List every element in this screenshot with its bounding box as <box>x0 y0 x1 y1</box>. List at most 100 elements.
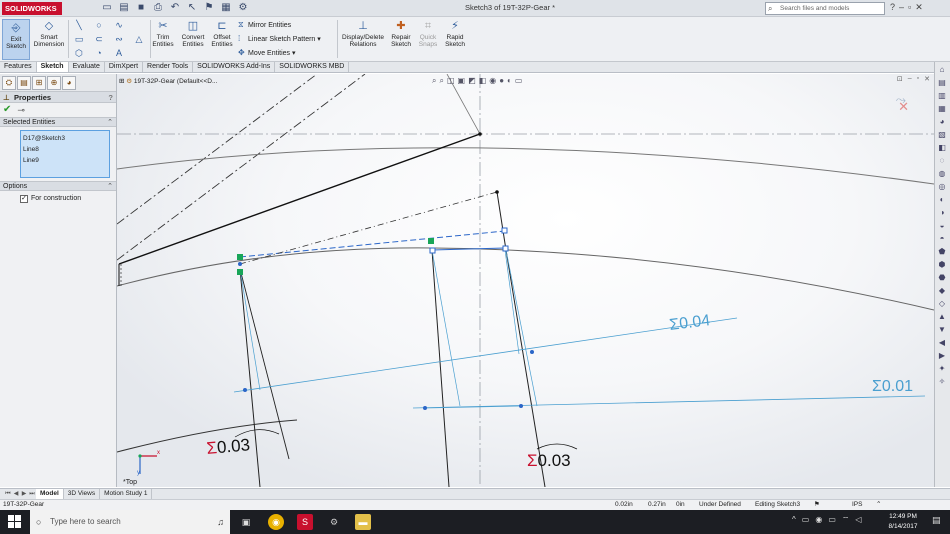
viewport-close-icon[interactable]: ✕ <box>924 75 930 83</box>
options-header[interactable]: Options ⌃ <box>0 181 116 191</box>
forum-icon[interactable]: ◧ <box>936 142 948 153</box>
repair-sketch-button[interactable]: ✚ Repair Sketch <box>389 19 413 48</box>
solidworks-resources-icon[interactable]: ⌂ <box>936 64 948 75</box>
display-style-icon[interactable]: ◧ <box>479 76 487 86</box>
view-orientation-icon[interactable]: ◩ <box>468 76 476 86</box>
tool-icon[interactable]: ▲ <box>936 311 948 322</box>
last-tab-icon[interactable]: ⏭ <box>28 489 36 499</box>
status-definition-state[interactable]: Under Defined <box>699 500 741 510</box>
curvature-icon[interactable]: ◌ <box>936 155 948 166</box>
zoom-to-fit-icon[interactable]: ⌕ <box>432 76 436 86</box>
tab-model[interactable]: Model <box>36 489 64 499</box>
dimension-d4[interactable]: Σ0.03 <box>527 451 571 470</box>
search-input[interactable]: ⌕ Search files and models <box>765 2 885 15</box>
for-construction-option[interactable]: ✓ For construction <box>0 191 116 207</box>
help-icon[interactable]: ? <box>108 92 113 103</box>
tool-icon[interactable]: ✦ <box>936 363 948 374</box>
tab-3d-views[interactable]: 3D Views <box>64 489 101 499</box>
custom-properties-icon[interactable]: ▧ <box>936 129 948 140</box>
confirmation-corner-cancel-icon[interactable]: ✕ <box>898 99 909 115</box>
display-delete-relations-button[interactable]: ⊥ Display/Delete Relations <box>340 19 386 48</box>
scene-icon[interactable]: ◐ <box>507 76 512 86</box>
new-document-icon[interactable]: ▭ <box>100 1 114 15</box>
edit-appearance-icon[interactable]: ● <box>499 76 504 86</box>
print-icon[interactable]: ⎙ <box>151 1 165 15</box>
prev-tab-icon[interactable]: ◀ <box>12 489 20 499</box>
section-view-icon[interactable]: ▣ <box>458 76 466 86</box>
fillet-tool-icon[interactable]: ◔ <box>90 47 108 59</box>
move-entities-button[interactable]: ✥ Move Entities ▾ <box>238 48 296 57</box>
customize-icon[interactable]: ⌃ <box>876 500 881 510</box>
list-item[interactable]: Line8 <box>23 144 107 155</box>
minimize-icon[interactable]: – <box>899 2 904 13</box>
selected-entities-header[interactable]: Selected Entities ⌃ <box>0 117 116 127</box>
selected-endpoint[interactable] <box>237 254 243 260</box>
tool-icon[interactable]: ◓ <box>936 233 948 244</box>
viewport-restore-icon[interactable]: ⊡ <box>897 75 903 83</box>
tool-icon[interactable]: ◒ <box>936 220 948 231</box>
dimension-d1[interactable]: Σ0.04 <box>668 312 711 334</box>
file-properties-icon[interactable]: ▦ <box>219 1 233 15</box>
status-units[interactable]: IPS <box>852 500 862 510</box>
tool-icon[interactable]: ◀ <box>936 337 948 348</box>
tool-icon[interactable]: ▶ <box>936 350 948 361</box>
undo-icon[interactable]: ↶ <box>168 1 182 15</box>
mirror-entities-button[interactable]: ⧖ Mirror Entities <box>238 20 291 30</box>
tool-icon[interactable]: ⬟ <box>936 246 948 257</box>
quick-snaps-button[interactable]: ⌗ Quick Snaps <box>416 19 440 48</box>
tool-icon[interactable]: ⬢ <box>936 259 948 270</box>
endpoint[interactable] <box>495 190 499 194</box>
text-tool-icon[interactable]: A <box>110 47 128 59</box>
taskbar-clock[interactable]: 12:49 PM 8/14/2017 <box>880 512 926 532</box>
endpoint[interactable] <box>238 262 242 266</box>
tool-icon[interactable]: ◇ <box>936 298 948 309</box>
tray-app-icon[interactable]: ▭ <box>802 515 810 525</box>
previous-view-icon[interactable]: ◫ <box>447 76 455 86</box>
rebuild-icon[interactable]: ⚑ <box>202 1 216 15</box>
list-item[interactable]: Line9 <box>23 155 107 166</box>
taskbar-search-input[interactable]: ○ Type here to search ♫ <box>30 510 230 534</box>
open-folder-icon[interactable]: ▤ <box>117 1 131 15</box>
file-explorer-icon[interactable]: ▥ <box>936 90 948 101</box>
circle-tool-icon[interactable]: ○ <box>90 19 108 31</box>
volume-icon[interactable]: ◁ <box>855 515 861 525</box>
endpoint[interactable] <box>429 247 436 254</box>
tray-expand-icon[interactable]: ^ <box>792 515 796 525</box>
trim-entities-button[interactable]: ✂ Trim Entities <box>150 19 176 48</box>
tool-icon[interactable]: ◐ <box>936 194 948 205</box>
tool-icon[interactable]: ⬣ <box>936 272 948 283</box>
rebuild-status-icon[interactable]: ⚑ <box>814 500 820 510</box>
exit-sketch-button[interactable]: ⎆ Exit Sketch <box>2 19 30 60</box>
tool-icon[interactable]: ◆ <box>936 285 948 296</box>
tab-features[interactable]: Features <box>0 62 37 72</box>
dimxpert-manager-icon[interactable]: ⊕ <box>47 76 61 90</box>
microphone-icon[interactable]: ♫ <box>217 510 224 534</box>
linear-pattern-button[interactable]: ⁞ Linear Sketch Pattern ▾ <box>238 34 321 43</box>
view-palette-icon[interactable]: ▦ <box>936 103 948 114</box>
plane-tool-icon[interactable]: △ <box>130 33 148 45</box>
network-icon[interactable]: ⌔ <box>842 515 850 525</box>
smart-dimension-button[interactable]: ◇ Smart Dimension <box>32 19 66 48</box>
offset-entities-button[interactable]: ⊏ Offset Entities <box>209 19 235 48</box>
pushpin-icon[interactable]: ⊸ <box>17 105 25 115</box>
collapse-icon[interactable]: ⌃ <box>107 182 113 192</box>
rapid-sketch-button[interactable]: ⚡ Rapid Sketch <box>443 19 467 48</box>
task-view-icon[interactable]: ▣ <box>238 514 254 530</box>
selected-endpoint[interactable] <box>237 269 243 275</box>
next-tab-icon[interactable]: ▶ <box>20 489 28 499</box>
hide-show-icon[interactable]: ◉ <box>489 76 496 86</box>
notifications-icon[interactable]: ▤ <box>932 515 941 526</box>
ok-checkmark-icon[interactable]: ✔ <box>3 105 11 115</box>
tab-dimxpert[interactable]: DimXpert <box>105 62 144 72</box>
tool-icon[interactable]: ▼ <box>936 324 948 335</box>
list-item[interactable]: D17@Sketch3 <box>23 133 107 144</box>
tab-sketch[interactable]: Sketch <box>36 62 69 72</box>
viewport-maximize-icon[interactable]: ▫ <box>917 75 919 83</box>
tab-render-tools[interactable]: Render Tools <box>143 62 194 72</box>
battery-icon[interactable]: ▭ <box>828 515 836 525</box>
slot-tool-icon[interactable]: ⊂ <box>90 33 108 45</box>
selected-endpoint[interactable] <box>428 238 434 244</box>
tray-app-icon[interactable]: ◉ <box>815 515 822 525</box>
for-construction-checkbox[interactable]: ✓ <box>20 195 28 203</box>
save-icon[interactable]: ■ <box>134 1 148 15</box>
